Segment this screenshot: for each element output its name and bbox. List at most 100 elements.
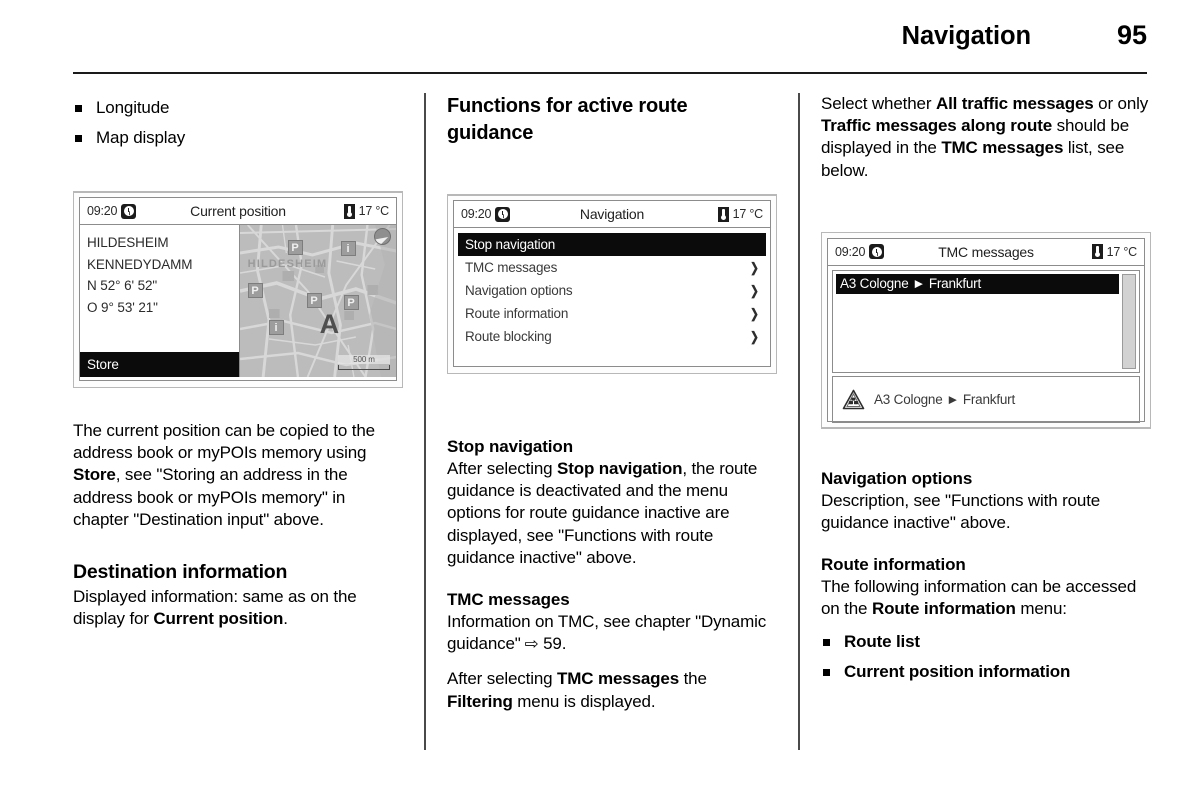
map-scale-bar — [338, 365, 390, 370]
store-emphasis: Store — [73, 465, 116, 485]
traffic-warning-icon — [842, 389, 865, 410]
list-item: Map display — [73, 123, 403, 153]
list-item[interactable]: A3 Cologne ► Frankfurt — [836, 273, 1119, 294]
display-status-bar: 09:20 Navigation 17 °C — [454, 201, 770, 228]
paragraph-text: After selecting — [447, 669, 558, 689]
list-item: Longitude — [73, 93, 403, 123]
display-status-bar: 09:20 Current position 17 °C — [80, 198, 396, 225]
list-item: Current position information — [821, 657, 1151, 687]
heading-stop-navigation: Stop navigation — [447, 437, 574, 456]
map-city-label: HILDESHEIM — [247, 258, 328, 270]
paragraph-text: or only — [1093, 94, 1149, 113]
tmc-detail-text: A3 Cologne ► Frankfurt — [874, 391, 1016, 407]
map-poi-parking-icon: P — [287, 240, 303, 255]
map-scale-label: 500 m — [338, 355, 390, 364]
chevron-right-icon: ❯ — [750, 282, 759, 298]
navigation-menu-list: Stop navigation TMC messages ❯ Navigatio… — [454, 228, 770, 352]
map-poi-info-icon: i — [340, 241, 356, 256]
menu-item-route-blocking[interactable]: Route blocking ❯ — [458, 325, 766, 348]
paragraph-text: Select whether — [821, 94, 936, 113]
display-status-bar: 09:20 TMC messages 17 °C — [828, 238, 1144, 266]
thermometer-icon — [343, 203, 355, 219]
tmc-reference-paragraph: Information on TMC, see chapter "Dynamic… — [447, 611, 777, 656]
address-line: KENNEDYDAMM — [87, 256, 193, 272]
content-columns: Longitude Map display 09:20 Current posi… — [0, 93, 1200, 758]
stop-navigation-emphasis: Stop navigation — [557, 459, 683, 478]
map-scale-indicator: 500 m — [338, 355, 390, 370]
menu-item-navigation-options[interactable]: Navigation options ❯ — [458, 279, 766, 302]
store-button[interactable]: Store — [80, 352, 239, 377]
heading-route-information: Route information — [821, 555, 966, 575]
paragraph-text: menu is displayed. — [512, 691, 656, 711]
chevron-right-icon: ❯ — [750, 305, 759, 321]
latitude-line: N 52° 6' 52" — [87, 278, 158, 293]
longitude-line: O 9° 53' 21" — [87, 299, 158, 315]
column-divider-1 — [424, 93, 426, 750]
header-divider — [73, 72, 1147, 74]
heading-functions-active-route-guidance: Functions for active route guidance — [447, 95, 688, 144]
map-view[interactable]: HILDESHEIM P P P P i i A 500 m — [239, 225, 396, 377]
map-poi-parking-icon: P — [247, 283, 263, 298]
heading-navigation-options: Navigation options — [821, 468, 973, 488]
chevron-right-icon: ❯ — [750, 259, 759, 275]
traffic-messages-along-route-emphasis: Traffic messages along route — [821, 116, 1053, 136]
all-traffic-messages-emphasis: All traffic messages — [935, 94, 1094, 113]
tmc-message-list-inner: A3 Cologne ► Frankfurt — [833, 271, 1122, 372]
map-poi-parking-icon: P — [343, 295, 359, 310]
address-line: HILDESHEIM — [87, 235, 169, 250]
tmc-messages-emphasis: TMC messages — [557, 669, 680, 689]
route-information-bullet-list: Route list Current position information — [821, 627, 1151, 687]
navigation-menu-display: 09:20 Navigation 17 °C Stop navigation T… — [447, 194, 777, 374]
navigation-options-paragraph: Description, see "Functions with route g… — [821, 490, 1101, 533]
paragraph-text: the — [679, 669, 707, 689]
tmc-message-list[interactable]: A3 Cologne ► Frankfurt — [832, 269, 1140, 373]
current-position-paragraph: The current position can be copied to th… — [73, 420, 403, 531]
menu-item-tmc-messages[interactable]: TMC messages ❯ — [458, 256, 766, 279]
tmc-message-detail: A3 Cologne ► Frankfurt — [832, 375, 1140, 423]
address-panel: HILDESHEIM KENNEDYDAMM N 52° 6' 52" O 9°… — [80, 225, 240, 377]
route-information-emphasis: Route information — [871, 599, 1016, 619]
menu-item-label: TMC messages — [465, 260, 558, 275]
menu-item-label: Route information — [465, 306, 569, 321]
traffic-message-intro-paragraph: Select whether All traffic messages or o… — [821, 93, 1151, 182]
heading-destination-information: Destination information — [73, 561, 288, 584]
menu-item-stop-navigation[interactable]: Stop navigation — [458, 233, 766, 256]
scrollbar[interactable] — [1122, 271, 1139, 372]
page-number: 95 — [1116, 20, 1147, 50]
list-item: Route list — [821, 627, 1151, 657]
map-poi-info-icon: i — [268, 320, 284, 335]
current-position-display: 09:20 Current position 17 °C HILDESHEIM … — [73, 191, 403, 388]
column-1: Longitude Map display 09:20 Current posi… — [73, 93, 403, 758]
map-poi-parking-icon: P — [306, 293, 322, 308]
stop-navigation-paragraph: After selecting Stop navigation, the rou… — [447, 458, 777, 569]
column-divider-2 — [798, 93, 800, 750]
scrollbar-thumb[interactable] — [1122, 273, 1136, 369]
thermometer-icon — [1091, 244, 1103, 260]
chevron-right-icon: ❯ — [750, 328, 759, 344]
page-header: Navigation 95 — [73, 20, 1147, 51]
current-position-emphasis: Current position — [153, 609, 284, 629]
tmc-messages-display: 09:20 TMC messages 17 °C A3 Cologne ► Fr… — [821, 231, 1151, 429]
compass-icon — [374, 228, 391, 245]
tmc-messages-emphasis: TMC messages — [941, 138, 1064, 158]
menu-item-label: Navigation options — [465, 283, 573, 298]
paragraph-text: The current position can be copied to th… — [73, 421, 375, 463]
tmc-filtering-paragraph: After selecting TMC messages the Filteri… — [447, 668, 777, 712]
menu-item-route-information[interactable]: Route information ❯ — [458, 302, 766, 325]
filtering-emphasis: Filtering — [447, 691, 513, 711]
vehicle-position-marker: A — [319, 309, 340, 339]
paragraph-text: After selecting — [447, 459, 558, 478]
menu-item-label: Stop navigation — [465, 237, 556, 252]
route-information-paragraph: The following information can be accesse… — [821, 576, 1151, 620]
page-title: Navigation — [901, 22, 1031, 50]
destination-information-paragraph: Displayed information: same as on the di… — [73, 586, 403, 630]
paragraph-text: Information on TMC, see chapter "Dynamic… — [447, 612, 767, 654]
paragraph-text: menu: — [1015, 599, 1067, 619]
column1-bullet-list: Longitude Map display — [73, 93, 403, 153]
thermometer-icon — [717, 206, 729, 222]
page-reference-number: 59. — [538, 634, 567, 654]
page-reference-arrow-icon: ⇨ — [524, 636, 539, 654]
paragraph-text: . — [283, 609, 288, 629]
current-position-body: HILDESHEIM KENNEDYDAMM N 52° 6' 52" O 9°… — [80, 225, 396, 377]
column-3: Select whether All traffic messages or o… — [821, 93, 1151, 758]
